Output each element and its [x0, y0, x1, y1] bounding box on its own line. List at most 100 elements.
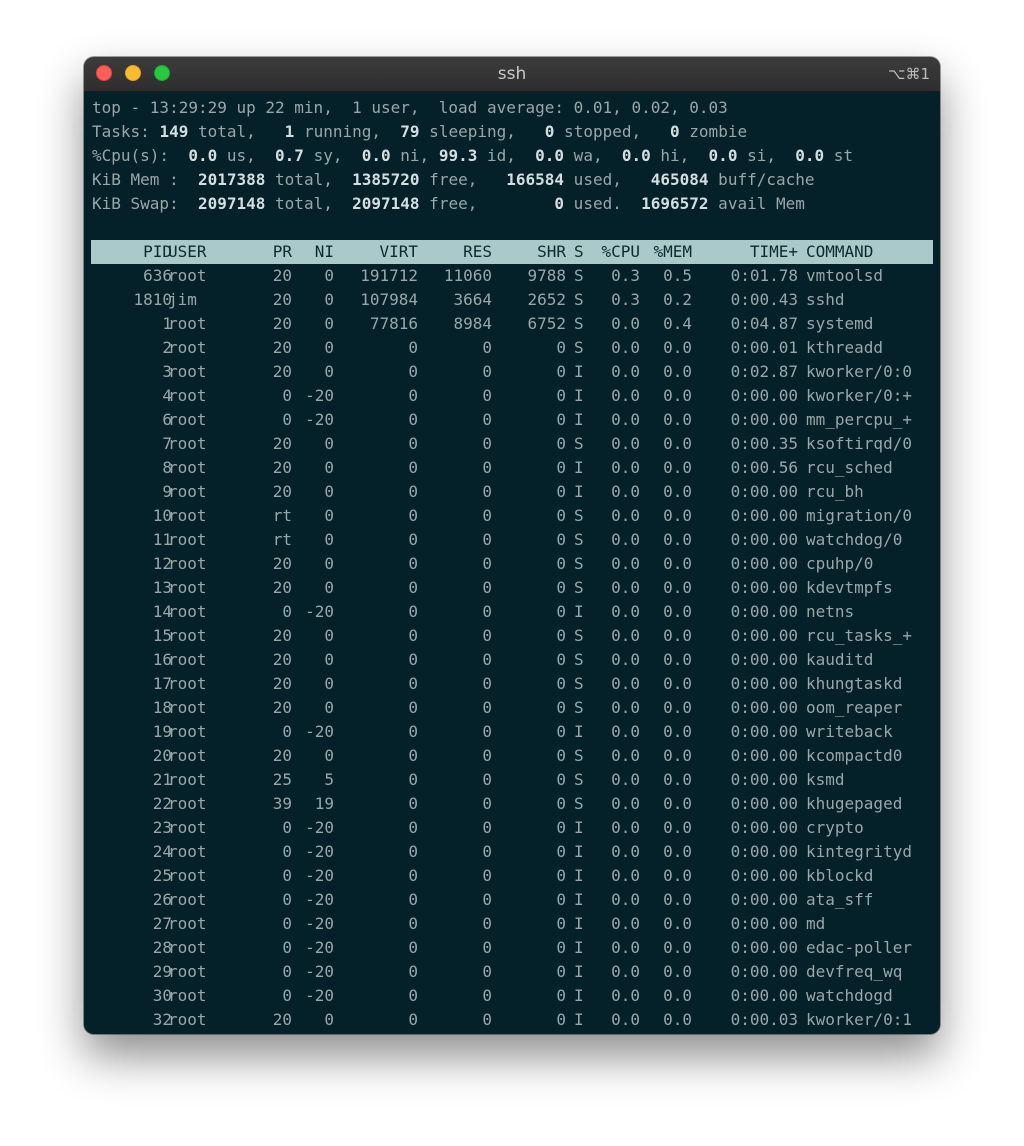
column-header-cpu[interactable]: %CPU [588, 240, 640, 264]
column-header-command[interactable]: COMMAND [806, 240, 936, 264]
cell-pid: 1 [162, 314, 172, 333]
cell-state: S [574, 506, 584, 525]
column-header-mem[interactable]: %MEM [640, 240, 692, 264]
cell-state: S [574, 530, 584, 549]
cell-ni: -20 [305, 962, 334, 981]
column-header-pr[interactable]: PR [244, 240, 292, 264]
cell-virt: 0 [408, 650, 418, 669]
cell-user: root [168, 818, 207, 837]
column-header-shr[interactable]: SHR [492, 240, 566, 264]
cell-time: 0:00.00 [730, 482, 798, 501]
cell-virt: 191712 [360, 266, 418, 285]
cell-ni: 5 [324, 770, 334, 789]
cell-shr: 0 [556, 770, 566, 789]
cell-state: S [574, 290, 584, 309]
cell-mem: 0.0 [663, 1010, 692, 1029]
cell-state: S [574, 626, 584, 645]
cell-command: ksoftirqd/0 [806, 434, 912, 453]
cell-user: root [168, 986, 207, 1005]
table-row: 11 root rt 0 0 0 0 S 0.0 0.0 0:00.00 watchdog/0 [84, 528, 940, 552]
table-row: 7 root 20 0 0 0 0 S 0.0 0.0 0:00.35 ksoftirqd/0 [84, 432, 940, 456]
cell-time: 0:00.00 [730, 722, 798, 741]
cell-res: 8984 [453, 314, 492, 333]
cell-pid: 16 [152, 650, 172, 669]
cell-pid: 23 [152, 818, 172, 837]
cell-pid: 3 [162, 362, 172, 381]
cell-shr: 2652 [527, 290, 566, 309]
cell-user: root [168, 626, 207, 645]
cell-shr: 0 [556, 650, 566, 669]
cell-state: S [574, 314, 584, 333]
cell-mem: 0.0 [663, 722, 692, 741]
table-row: 4 root 0 -20 0 0 0 I 0.0 0.0 0:00.00 kworker/0:+ [84, 384, 940, 408]
cell-shr: 0 [556, 458, 566, 477]
cell-res: 0 [482, 722, 492, 741]
summary-value: 0.0 [361, 146, 391, 165]
cell-command: watchdogd [806, 986, 893, 1005]
cell-ni: 0 [324, 434, 334, 453]
cell-time: 0:00.00 [730, 818, 798, 837]
cell-user: root [168, 506, 207, 525]
cell-pid: 25 [152, 866, 172, 885]
cell-virt: 0 [408, 914, 418, 933]
summary-value: 99.3 [438, 146, 478, 165]
cell-shr: 0 [556, 866, 566, 885]
cell-time: 0:02.87 [730, 362, 798, 381]
table-row: 24 root 0 -20 0 0 0 I 0.0 0.0 0:00.00 kintegrityd [84, 840, 940, 864]
cell-cpu: 0.3 [611, 290, 640, 309]
column-header-state[interactable]: S [574, 240, 588, 264]
table-row: 6 root 0 -20 0 0 0 I 0.0 0.0 0:00.00 mm_percpu_+ [84, 408, 940, 432]
cell-virt: 0 [408, 746, 418, 765]
cell-res: 0 [482, 410, 492, 429]
cell-user: root [168, 674, 207, 693]
cell-ni: -20 [305, 890, 334, 909]
column-header-pid[interactable]: PID [92, 240, 172, 264]
table-row: 20 root 20 0 0 0 0 S 0.0 0.0 0:00.00 kcompactd0 [84, 744, 940, 768]
cell-virt: 0 [408, 386, 418, 405]
cell-state: S [574, 266, 584, 285]
terminal-content[interactable]: top - 13:29:29 up 22 min, 1 user, load a… [84, 92, 940, 1034]
cell-cpu: 0.0 [611, 362, 640, 381]
cell-user: root [168, 890, 207, 909]
summary-text: running, [294, 122, 401, 141]
table-row: 1810 jim 20 0 107984 3664 2652 S 0.3 0.2 0:00.43 ss… [84, 288, 940, 312]
title-bar[interactable]: ssh ⌥⌘1 [84, 57, 940, 92]
cell-res: 0 [482, 866, 492, 885]
column-header-ni[interactable]: NI [292, 240, 334, 264]
cell-res: 0 [482, 362, 492, 381]
cell-res: 0 [482, 578, 492, 597]
cell-pid: 10 [152, 506, 172, 525]
cell-user: root [168, 386, 207, 405]
cell-pr: 20 [272, 554, 292, 573]
cell-cpu: 0.0 [611, 890, 640, 909]
column-header-time[interactable]: TIME+ [692, 240, 798, 264]
cell-ni: 0 [324, 626, 334, 645]
cell-pr: 20 [272, 698, 292, 717]
cell-ni: 0 [324, 530, 334, 549]
summary-text: total, [265, 194, 353, 213]
cell-command: systemd [806, 314, 874, 333]
cell-ni: -20 [305, 410, 334, 429]
column-header-virt[interactable]: VIRT [334, 240, 418, 264]
cell-user: root [168, 482, 207, 501]
cell-pr: 0 [282, 842, 292, 861]
summary-value: 0.0 [535, 146, 565, 165]
cell-state: S [574, 578, 584, 597]
cell-mem: 0.0 [663, 362, 692, 381]
cell-ni: -20 [305, 842, 334, 861]
cell-res: 0 [482, 698, 492, 717]
cell-state: S [574, 698, 584, 717]
cell-cpu: 0.0 [611, 866, 640, 885]
cell-shr: 0 [556, 578, 566, 597]
summary-line: %Cpu(s): 0.0 us, 0.7 sy, 0.0 ni, 99.3 id… [92, 144, 853, 168]
column-header-res[interactable]: RES [418, 240, 492, 264]
column-header-user[interactable]: USER [168, 240, 248, 264]
table-row: 8 root 20 0 0 0 0 I 0.0 0.0 0:00.56 rcu_sched [84, 456, 940, 480]
cell-cpu: 0.0 [611, 530, 640, 549]
cell-mem: 0.0 [663, 554, 692, 573]
cell-virt: 0 [408, 842, 418, 861]
cell-state: I [574, 842, 584, 861]
table-row: 13 root 20 0 0 0 0 S 0.0 0.0 0:00.00 kdevtmpfs [84, 576, 940, 600]
process-table-header: PID USER PR NI VIRT RES SHR S %CPU %MEM TIME+ COMMA… [91, 240, 933, 264]
cell-command: vmtoolsd [806, 266, 884, 285]
